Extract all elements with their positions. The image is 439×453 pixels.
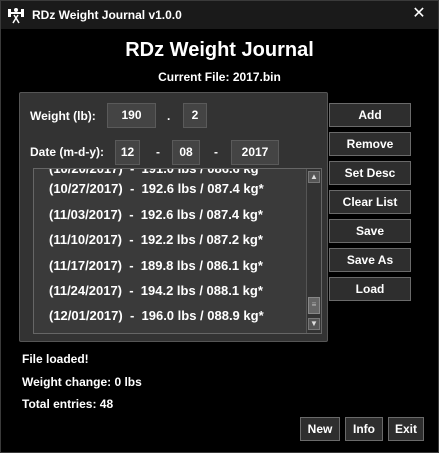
list-item[interactable]: (10/27/2017) - 192.6 lbs / 087.4 kg* [34, 176, 306, 201]
window-title: RDz Weight Journal v1.0.0 [32, 8, 182, 22]
weight-decimal-separator: . [167, 109, 171, 123]
scroll-down-icon[interactable]: ▼ [308, 318, 320, 330]
clear-list-button[interactable]: Clear List [329, 190, 411, 214]
list-scrollbar[interactable]: ▲ ≡ ▼ [306, 169, 321, 333]
save-button[interactable]: Save [329, 219, 411, 243]
weight-change-label: Weight change: 0 lbs [22, 375, 142, 389]
current-file-label: Current File: 2017.bin [158, 70, 281, 84]
weight-decimal-field[interactable]: 2 [183, 103, 207, 128]
close-button[interactable]: ✕ [410, 5, 428, 23]
exit-button[interactable]: Exit [388, 417, 424, 441]
title-bar[interactable]: RDz Weight Journal v1.0.0 ✕ [1, 1, 438, 29]
app-heading: RDz Weight Journal [125, 39, 314, 61]
dumbbell-person-icon [8, 8, 24, 24]
list-item[interactable]: (11/10/2017) - 192.2 lbs / 087.2 kg* [34, 227, 306, 252]
app-window: RDz Weight Journal v1.0.0 ✕ RDz Weight J… [0, 0, 439, 453]
add-button[interactable]: Add [329, 103, 411, 127]
info-button[interactable]: Info [345, 417, 383, 441]
total-entries-label: Total entries: 48 [22, 397, 114, 411]
date-label: Date (m-d-y): [30, 145, 104, 159]
list-item[interactable]: (11/24/2017) - 194.2 lbs / 088.1 kg* [34, 278, 306, 303]
date-separator: - [214, 145, 218, 159]
date-month-field[interactable]: 12 [115, 140, 140, 165]
scroll-thumb[interactable]: ≡ [308, 297, 320, 314]
date-separator: - [156, 145, 160, 159]
weight-whole-field[interactable]: 190 [107, 103, 156, 128]
weight-label: Weight (lb): [30, 109, 96, 123]
remove-button[interactable]: Remove [329, 132, 411, 156]
status-message: File loaded! [22, 352, 89, 366]
list-item[interactable]: (12/01/2017) - 196.0 lbs / 088.9 kg* [34, 303, 306, 328]
set-desc-button[interactable]: Set Desc [329, 161, 411, 185]
new-button[interactable]: New [300, 417, 340, 441]
date-day-field[interactable]: 08 [172, 140, 200, 165]
save-as-button[interactable]: Save As [329, 248, 411, 272]
entries-listbox[interactable]: (10/20/2017) - 191.0 lbs / 086.6 kg* (10… [33, 168, 322, 334]
list-item[interactable]: (11/17/2017) - 189.8 lbs / 086.1 kg* [34, 253, 306, 278]
load-button[interactable]: Load [329, 277, 411, 301]
date-year-field[interactable]: 2017 [231, 140, 279, 165]
scroll-up-icon[interactable]: ▲ [308, 171, 320, 183]
list-item[interactable]: (11/03/2017) - 192.6 lbs / 087.4 kg* [34, 202, 306, 227]
